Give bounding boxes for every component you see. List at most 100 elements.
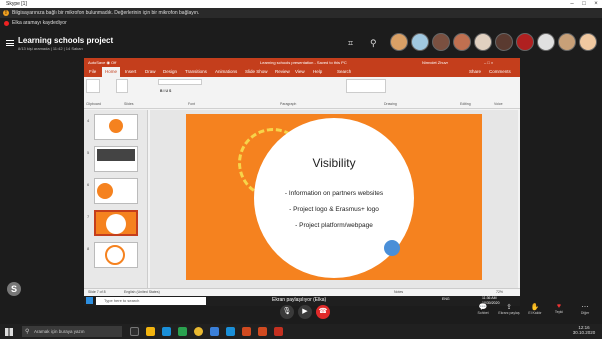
participant-avatar[interactable]	[579, 33, 597, 51]
participant-avatar[interactable]	[516, 33, 534, 51]
slide-thumbnail[interactable]	[94, 114, 138, 140]
group-font: Font	[188, 102, 196, 106]
group-slides: Slides	[124, 102, 134, 106]
share-button[interactable]: Share	[466, 67, 484, 77]
ppt-status-bar: Slide 7 of 8 English (United States) Not…	[84, 288, 520, 296]
slide-thumbnail[interactable]	[94, 146, 138, 172]
slide-bullet: - Project platform/webpage	[295, 222, 373, 229]
zoom-level[interactable]: 72%	[496, 289, 503, 296]
minimize-button[interactable]: –	[566, 0, 578, 8]
skype-icon[interactable]	[226, 327, 235, 336]
participant-avatar[interactable]	[537, 33, 555, 51]
acrobat-icon[interactable]	[274, 327, 283, 336]
edge-icon[interactable]	[162, 327, 171, 336]
word-icon[interactable]	[210, 327, 219, 336]
store-icon[interactable]	[178, 327, 187, 336]
add-participant-icon[interactable]: ⚲	[370, 38, 377, 49]
recording-text: Elka aramayı kaydediyor	[12, 20, 67, 26]
share-screen-button[interactable]: ⇪ Ekranı paylaş	[498, 303, 520, 315]
menu-icon[interactable]	[6, 40, 14, 46]
windows-start-icon[interactable]	[5, 328, 13, 336]
participant-avatar[interactable]	[474, 33, 492, 51]
task-view-icon[interactable]	[130, 327, 139, 336]
language-status: English (United States)	[124, 290, 160, 294]
window-title: Skype [1]	[0, 0, 602, 8]
heart-icon: ♥	[556, 303, 562, 310]
ppt-document-title: Learning schools presentation - Saved to…	[260, 60, 347, 65]
tab-search[interactable]: Search	[334, 67, 354, 77]
participant-avatar[interactable]	[495, 33, 513, 51]
tab-transitions[interactable]: Transitions	[182, 67, 210, 77]
toggle-video-button[interactable]: ▶	[298, 305, 312, 319]
participant-avatar[interactable]	[432, 33, 450, 51]
taskbar-clock[interactable]: 12:16 30.10.2020	[570, 325, 598, 335]
powerpoint-icon[interactable]	[242, 327, 251, 336]
autosave-label[interactable]: AutoSave ◉ Off	[88, 58, 116, 67]
notes-button[interactable]: Notes	[394, 289, 403, 296]
group-clipboard: Clipboard	[86, 102, 101, 106]
end-call-button[interactable]: ☎	[316, 305, 330, 319]
tab-animations[interactable]: Animations	[212, 67, 240, 77]
font-name-box[interactable]	[158, 79, 202, 85]
slide-thumbnail[interactable]	[94, 242, 138, 268]
group-paragraph: Paragraph	[280, 102, 297, 106]
tab-review[interactable]: Review	[272, 67, 293, 77]
paste-icon[interactable]	[86, 79, 100, 93]
share-screen-icon: ⇪	[506, 304, 512, 311]
maximize-button[interactable]: □	[578, 0, 590, 8]
chat-button[interactable]: 💬 Sohbet	[472, 303, 494, 315]
warning-icon: !	[3, 10, 9, 16]
slide-thumbnail-active[interactable]	[94, 210, 138, 236]
chrome-icon[interactable]	[194, 327, 203, 336]
thumb-number: 7	[87, 214, 90, 219]
thumb-number: 5	[87, 150, 90, 155]
chat-icon: 💬	[478, 304, 488, 311]
microphone-warning: Bilgisayarınıza bağlı bir mikrofon bulun…	[0, 8, 602, 18]
slide-bullet: - Project logo & Erasmus+ logo	[289, 206, 379, 213]
powerpoint-window-icon[interactable]	[258, 327, 267, 336]
shared-search-box: Type here to search	[96, 297, 206, 305]
participant-avatar[interactable]	[390, 33, 408, 51]
shapes-gallery[interactable]	[346, 79, 386, 93]
layout-icon[interactable]: ⌗	[348, 38, 353, 49]
mute-microphone-button[interactable]: 🎙	[280, 305, 294, 319]
tab-help[interactable]: Help	[310, 67, 325, 77]
participant-avatar[interactable]	[411, 33, 429, 51]
new-slide-icon[interactable]	[116, 79, 128, 93]
more-button[interactable]: ⋯ Diğer	[574, 303, 596, 315]
reaction-button[interactable]: ♥ Tepki	[548, 303, 570, 314]
file-explorer-icon[interactable]	[146, 327, 155, 336]
thumb-number: 4	[87, 118, 90, 123]
tab-file[interactable]: File	[86, 67, 99, 77]
comments-button[interactable]: Comments	[486, 67, 514, 77]
call-title: Learning schools project	[18, 36, 114, 45]
tab-home[interactable]: Home	[102, 67, 121, 77]
tab-slide-show[interactable]: Slide Show	[242, 67, 271, 77]
bold-button[interactable]: B I U S	[160, 89, 171, 93]
group-voice: Voice	[494, 102, 503, 106]
slide-counter: Slide 7 of 8	[88, 290, 106, 294]
ppt-tab-bar: File Home Insert Draw Design Transitions…	[84, 67, 520, 77]
screen-share-label: Ekran paylaşılıyor (Elka)	[272, 297, 327, 303]
skype-logo-icon[interactable]: S	[7, 282, 21, 296]
raise-hand-button[interactable]: ✋ El Kaldır	[524, 303, 546, 315]
group-drawing: Drawing	[384, 102, 397, 106]
slide-thumbnail[interactable]	[94, 178, 138, 204]
close-button[interactable]: ×	[590, 0, 602, 8]
taskbar-search-input[interactable]: Aramak için buraya yazın	[22, 326, 122, 337]
shared-time: 11:36 AM	[482, 296, 497, 300]
slide-bullet: - Information on partners websites	[284, 190, 384, 197]
current-slide[interactable]: Visibility - Information on partners web…	[186, 114, 482, 280]
tab-insert[interactable]: Insert	[122, 67, 139, 77]
participant-avatar[interactable]	[453, 33, 471, 51]
shared-lang: ENG	[442, 297, 450, 301]
ppt-window-controls[interactable]: – □ ×	[484, 58, 493, 67]
tab-view[interactable]: View	[292, 67, 308, 77]
participant-avatar[interactable]	[558, 33, 576, 51]
hand-icon: ✋	[530, 304, 540, 311]
tab-design[interactable]: Design	[160, 67, 180, 77]
thumb-number: 6	[87, 182, 90, 187]
ppt-user-name: Nimvdet Zhuvr	[422, 60, 449, 65]
tab-draw[interactable]: Draw	[142, 67, 159, 77]
windows-logo-icon	[86, 297, 93, 304]
